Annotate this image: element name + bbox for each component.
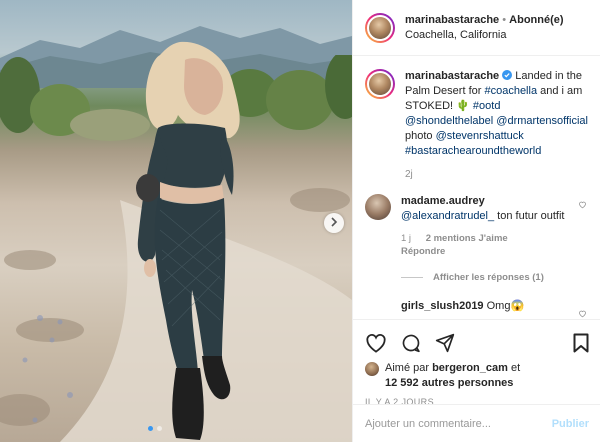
carousel-dot — [157, 426, 162, 431]
caption-username[interactable]: marinabastarache — [405, 70, 499, 82]
comment-body: girls_slush2019 Omg😱 — [401, 299, 571, 314]
comment-text: ton futur outfit — [494, 210, 565, 222]
comment-likes[interactable]: 2 mentions J'aime — [426, 233, 508, 244]
action-icons — [365, 328, 589, 358]
post-sidebar: marinabastarache • Abonné(e) Coachella, … — [352, 0, 600, 442]
author-username[interactable]: marinabastarache — [405, 14, 499, 26]
add-comment-bar: Publier — [353, 404, 600, 442]
comment-body: madame.audrey @alexandratrudel_ ton futu… — [401, 194, 571, 258]
post-comment-button[interactable]: Publier — [552, 418, 589, 430]
caption-avatar[interactable] — [365, 69, 395, 99]
post-header: marinabastarache • Abonné(e) Coachella, … — [353, 0, 600, 56]
cactus-emoji: 🌵 — [456, 100, 470, 112]
caption-body: marinabastarache Landed in the Palm Dese… — [405, 69, 589, 182]
woman-figure — [136, 41, 240, 440]
post-photo[interactable] — [0, 0, 352, 442]
hashtag-coachella[interactable]: #coachella — [484, 85, 537, 97]
caption: marinabastarache Landed in the Palm Dese… — [365, 69, 589, 182]
liker-username[interactable]: bergeron_cam — [432, 362, 508, 374]
view-replies-label: Afficher les réponses (1) — [433, 272, 544, 283]
liker-avatar[interactable] — [365, 362, 379, 376]
commenter-avatar[interactable] — [365, 194, 391, 220]
caption-text-3: photo — [405, 130, 436, 142]
view-replies-button[interactable]: Afficher les réponses (1) — [401, 272, 589, 283]
likes-others[interactable]: 12 592 autres personnes — [385, 377, 513, 389]
mention-shondelthelabel[interactable]: @shondelthelabel — [405, 115, 493, 127]
comment-text: Omg😱 — [483, 300, 525, 312]
chevron-right-icon — [330, 216, 338, 230]
likes-summary: Aimé par bergeron_cam et 12 592 autres p… — [365, 361, 589, 391]
reply-button[interactable]: Répondre — [401, 246, 445, 257]
mention-drmartensofficial[interactable]: @drmartensofficial — [496, 115, 588, 127]
next-photo-button[interactable] — [324, 213, 344, 233]
likes-prefix: Aimé par — [385, 362, 433, 374]
author-meta: marinabastarache • Abonné(e) Coachella, … — [405, 13, 564, 43]
likes-conj: et — [507, 362, 521, 374]
follow-status-button[interactable]: Abonné(e) — [509, 14, 563, 26]
caption-time[interactable]: 2j — [405, 167, 589, 182]
mention-photographer[interactable]: @stevenrshattuck — [436, 130, 524, 142]
comment-username[interactable]: girls_slush2019 — [401, 300, 484, 312]
comments-list: marinabastarache Landed in the Palm Dese… — [353, 57, 600, 319]
header-separator: • — [502, 13, 507, 26]
comment-time[interactable]: 1 j — [401, 233, 411, 244]
hashtag-bastarachearoundtheworld[interactable]: #bastarachearoundtheworld — [405, 145, 541, 157]
comment-mention[interactable]: @alexandratrudel_ — [401, 210, 494, 222]
comment-item: girls_slush2019 Omg😱 — [365, 299, 589, 318]
bookmark-icon[interactable] — [573, 333, 589, 353]
share-icon[interactable] — [435, 333, 455, 353]
comment-meta: 1 j 2 mentions J'aime Répondre — [401, 232, 571, 258]
author-avatar[interactable] — [365, 12, 395, 43]
comment-like-heart-icon[interactable] — [578, 309, 587, 319]
hashtag-ootd[interactable]: #ootd — [473, 100, 501, 112]
comment-icon[interactable] — [401, 333, 421, 353]
heart-icon[interactable] — [365, 333, 387, 353]
likes-text: Aimé par bergeron_cam et 12 592 autres p… — [385, 361, 520, 391]
carousel-dots — [148, 426, 162, 431]
carousel-dot-active — [148, 426, 153, 431]
post-actions: Aimé par bergeron_cam et 12 592 autres p… — [353, 319, 600, 407]
comment-like-heart-icon[interactable] — [578, 200, 587, 212]
comment-username[interactable]: madame.audrey — [401, 195, 485, 207]
instagram-post: marinabastarache • Abonné(e) Coachella, … — [0, 0, 600, 442]
post-location[interactable]: Coachella, California — [405, 28, 564, 43]
comment-input[interactable] — [365, 417, 552, 430]
replies-divider — [401, 277, 423, 278]
verified-badge-icon — [502, 70, 513, 82]
comment-item: madame.audrey @alexandratrudel_ ton futu… — [365, 194, 589, 258]
